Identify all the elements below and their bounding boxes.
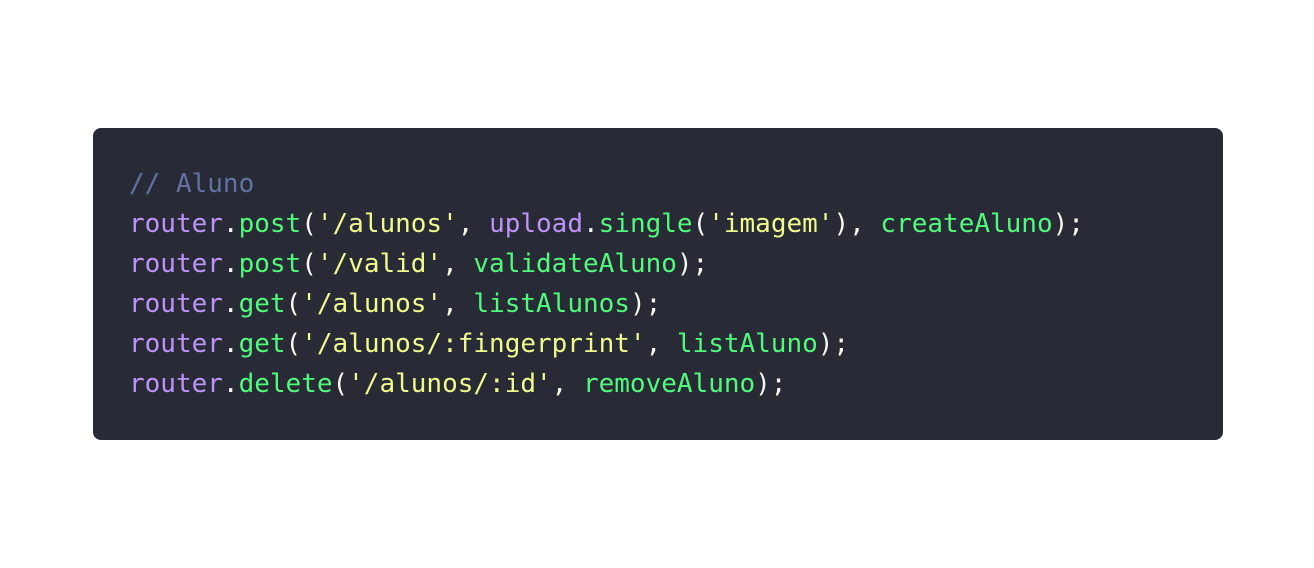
code-token-method: get: [238, 289, 286, 319]
code-token-punct: .: [222, 369, 239, 399]
code-token-object: router: [129, 329, 223, 359]
code-token-punct: .: [222, 249, 239, 279]
code-token-method: get: [238, 329, 286, 359]
code-token-string: '/valid': [316, 249, 443, 279]
code-token-comment: // Aluno: [129, 169, 255, 199]
code-token-punct: ,: [442, 289, 474, 319]
code-token-punct: (: [285, 329, 302, 359]
code-token-punct: (: [301, 249, 317, 279]
code-token-object: router: [129, 289, 223, 319]
code-token-object: router: [129, 209, 223, 239]
code-token-method: post: [238, 249, 302, 279]
code-token-punct: ,: [457, 209, 490, 239]
code-token-string: '/alunos': [316, 209, 458, 239]
code-content: // Aluno router.post('/alunos', upload.si…: [129, 164, 1223, 404]
code-token-punct: .: [222, 329, 239, 359]
code-token-method: delete: [238, 369, 333, 399]
code-token-punct: ),: [833, 209, 881, 239]
code-token-punct: (: [692, 209, 709, 239]
code-token-punct: );: [629, 289, 662, 319]
code-token-string: '/alunos/:id': [348, 369, 552, 399]
code-token-punct: .: [222, 289, 239, 319]
code-token-punct: );: [1052, 209, 1084, 239]
code-token-punct: .: [222, 209, 239, 239]
code-token-object: router: [129, 369, 223, 399]
code-token-string: '/alunos/:fingerprint': [301, 329, 646, 359]
code-token-punct: ,: [551, 369, 583, 399]
code-line: router.get('/alunos', listAlunos);: [129, 284, 1223, 324]
code-token-method: createAluno: [880, 209, 1053, 239]
code-token-method: single: [598, 209, 693, 239]
code-token-punct: ,: [645, 329, 677, 359]
code-token-method: listAluno: [676, 329, 818, 359]
code-token-string: 'imagem': [708, 209, 834, 239]
code-block: // Aluno router.post('/alunos', upload.si…: [93, 128, 1223, 440]
code-token-method: listAlunos: [473, 289, 630, 319]
code-token-punct: (: [285, 289, 302, 319]
code-token-punct: ,: [442, 249, 474, 279]
code-line: router.get('/alunos/:fingerprint', listA…: [129, 324, 1223, 364]
code-line: // Aluno: [129, 164, 1223, 204]
code-token-string: '/alunos': [301, 289, 443, 319]
code-token-punct: .: [582, 209, 599, 239]
code-token-object: upload: [489, 209, 583, 239]
code-token-method: post: [238, 209, 302, 239]
code-line: router.post('/alunos', upload.single('im…: [129, 204, 1223, 244]
code-token-object: router: [129, 249, 223, 279]
code-token-method: removeAluno: [582, 369, 756, 399]
code-line: router.delete('/alunos/:id', removeAluno…: [129, 364, 1223, 404]
code-token-punct: );: [817, 329, 850, 359]
code-token-punct: );: [755, 369, 787, 399]
code-token-method: validateAluno: [473, 249, 677, 279]
code-token-punct: (: [301, 209, 317, 239]
code-line: router.post('/valid', validateAluno);: [129, 244, 1223, 284]
code-token-punct: (: [332, 369, 349, 399]
code-token-punct: );: [676, 249, 709, 279]
